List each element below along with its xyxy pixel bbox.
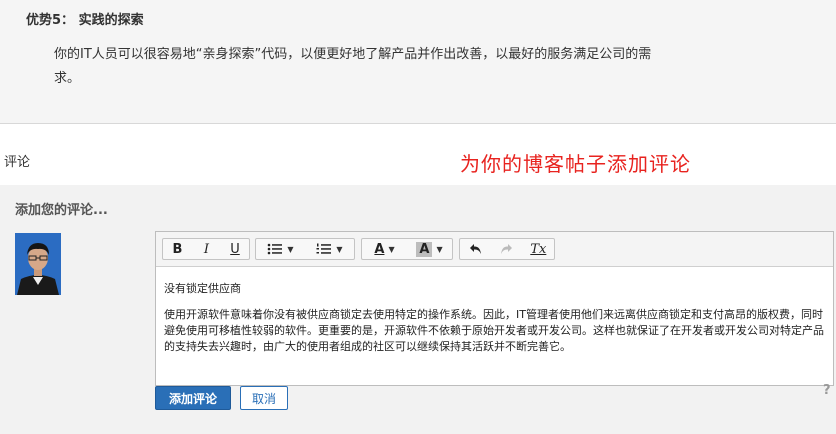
redo-button[interactable] — [491, 239, 522, 259]
annotation-text: 为你的博客帖子添加评论 — [460, 152, 691, 176]
italic-button[interactable]: I — [192, 239, 221, 259]
chevron-down-icon: ▼ — [388, 244, 395, 254]
chevron-down-icon: ▼ — [336, 244, 343, 254]
comments-section-label: 评论 — [4, 155, 31, 170]
highlight-color-button[interactable]: A ▼ — [407, 239, 452, 259]
bold-button[interactable]: B — [163, 239, 192, 259]
editor-line: 没有锁定供应商 — [164, 282, 241, 295]
avatar-image — [15, 233, 61, 295]
bullet-list-button[interactable]: ▼ — [256, 239, 305, 259]
help-icon[interactable]: ? — [823, 383, 831, 398]
add-comment-heading: 添加您的评论... — [15, 203, 108, 218]
numbered-list-icon — [316, 243, 332, 254]
undo-button[interactable] — [460, 239, 491, 259]
cancel-button[interactable]: 取消 — [240, 386, 288, 410]
format-group: B I U — [162, 238, 250, 260]
user-avatar — [15, 233, 61, 295]
bullet-list-icon — [268, 243, 283, 255]
clear-format-button[interactable]: Tx — [523, 239, 554, 259]
editor-toolbar: B I U ▼ ▼ A ▼ A ▼ Tx — [156, 232, 833, 267]
advantage-text: 你的IT人员可以很容易地“亲身探索”代码，以便更好地了解产品并作出改善，以最好的… — [54, 47, 652, 86]
chevron-down-icon: ▼ — [287, 244, 294, 254]
add-comment-button[interactable]: 添加评论 — [155, 386, 231, 410]
text-color-icon: A — [374, 241, 385, 257]
list-group: ▼ ▼ — [255, 238, 355, 260]
text-color-button[interactable]: A ▼ — [362, 239, 407, 259]
comment-panel: 添加您的评论... B I U ▼ ▼ A ▼ A ▼ Tx 没有锁定供应商 使… — [0, 185, 836, 434]
underline-button[interactable]: U — [221, 239, 249, 259]
article-panel: 优势5： 实践的探索 你的IT人员可以很容易地“亲身探索”代码，以便更好地了解产… — [0, 0, 836, 124]
advantage-title: 优势5： 实践的探索 — [26, 13, 144, 28]
highlight-color-icon: A — [416, 241, 433, 257]
numbered-list-button[interactable]: ▼ — [305, 239, 354, 259]
color-group: A ▼ A ▼ — [361, 238, 453, 260]
undo-icon — [470, 244, 482, 254]
chevron-down-icon: ▼ — [436, 244, 443, 254]
comment-editor[interactable]: B I U ▼ ▼ A ▼ A ▼ Tx 没有锁定供应商 使用开源软件意味着你没… — [155, 231, 834, 386]
redo-icon — [501, 244, 513, 254]
history-group: Tx — [459, 238, 555, 260]
editor-content[interactable]: 没有锁定供应商 使用开源软件意味着你没有被供应商锁定去使用特定的操作系统。因此，… — [156, 267, 833, 355]
editor-paragraph: 使用开源软件意味着你没有被供应商锁定去使用特定的操作系统。因此，IT管理者使用他… — [164, 308, 824, 353]
